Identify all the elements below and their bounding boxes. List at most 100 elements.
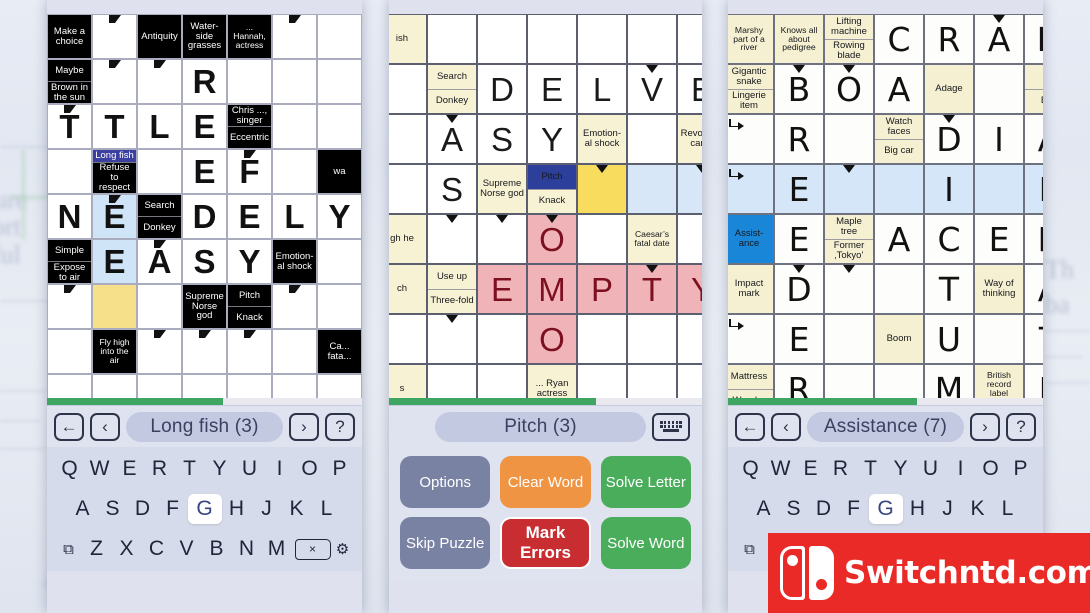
clue-cell[interactable]: Boom — [874, 314, 924, 364]
empty-cell[interactable] — [272, 149, 317, 194]
empty-cell[interactable] — [272, 284, 317, 329]
key-T[interactable]: T — [175, 457, 205, 481]
key-W[interactable]: W — [85, 457, 115, 481]
empty-cell[interactable] — [824, 114, 874, 164]
letter-cell[interactable]: L — [577, 64, 627, 114]
empty-cell[interactable] — [227, 59, 272, 104]
key-G[interactable]: G — [187, 494, 222, 524]
key-V[interactable]: V — [172, 537, 202, 561]
letter-cell[interactable]: T — [92, 104, 137, 149]
next-clue-button[interactable]: › — [289, 412, 319, 441]
letter-cell[interactable]: E — [774, 314, 824, 364]
empty-cell[interactable] — [427, 314, 477, 364]
clue-cell[interactable]: Revoke at cards — [677, 114, 702, 164]
empty-cell[interactable] — [824, 164, 874, 214]
key-P[interactable]: P — [325, 457, 355, 481]
empty-cell[interactable] — [389, 164, 427, 214]
empty-cell[interactable] — [627, 314, 677, 364]
empty-cell[interactable] — [677, 14, 702, 64]
empty-cell[interactable] — [974, 164, 1024, 214]
letter-cell[interactable]: R — [774, 114, 824, 164]
key-P[interactable]: P — [1006, 457, 1036, 481]
crossword-grid[interactable]: ishSearchDonkeyDELVEASYEmotion-al shockR… — [389, 14, 702, 405]
empty-cell[interactable] — [317, 14, 362, 59]
keyboard-row-1[interactable]: QWERTYUIOP — [732, 457, 1039, 481]
letter-cell[interactable]: C — [874, 14, 924, 64]
empty-cell[interactable] — [677, 314, 702, 364]
clue-bar[interactable]: ← ‹ Assistance (7) › ? — [728, 405, 1043, 447]
backspace-icon[interactable]: × — [292, 538, 332, 560]
clue-cell[interactable]: ... Hannah, actress — [227, 14, 272, 59]
empty-cell[interactable] — [47, 149, 92, 194]
letter-cell[interactable]: E — [182, 149, 227, 194]
key-I[interactable]: I — [946, 457, 976, 481]
grid-area[interactable]: Marshy part of a river Knows all about pe… — [728, 0, 1043, 405]
clue-cell[interactable]: Pitch Knack — [527, 164, 577, 214]
key-H[interactable]: H — [903, 497, 933, 521]
letter-cell[interactable]: M — [527, 264, 577, 314]
letter-cell[interactable]: S — [427, 164, 477, 214]
clue-cell[interactable]: Maple tree Former ‚Tokyo’ — [824, 214, 874, 264]
clue-cell[interactable]: wa — [317, 149, 362, 194]
crossword-panel-classic[interactable]: Make a choice Antiquity Water-side grasses… — [47, 0, 362, 613]
empty-cell[interactable] — [824, 264, 874, 314]
key-E[interactable]: E — [115, 457, 145, 481]
empty-cell[interactable] — [272, 59, 317, 104]
letter-cell[interactable]: E — [182, 104, 227, 149]
key-T[interactable]: T — [856, 457, 886, 481]
letter-cell[interactable]: T — [627, 264, 677, 314]
key-E[interactable]: E — [796, 457, 826, 481]
key-Z[interactable]: Z — [82, 537, 112, 561]
empty-cell[interactable] — [627, 14, 677, 64]
letter-cell[interactable]: E — [774, 164, 824, 214]
current-clue-label[interactable]: Pitch (3) — [435, 411, 646, 442]
letter-cell[interactable]: E — [1024, 164, 1043, 214]
key-F[interactable]: F — [158, 497, 188, 521]
key-Y[interactable]: Y — [886, 457, 916, 481]
empty-cell[interactable] — [47, 284, 92, 329]
clue-cell[interactable]: Use up Three-fold — [427, 264, 477, 314]
key-L[interactable]: L — [312, 497, 342, 521]
key-A[interactable]: A — [749, 497, 779, 521]
empty-cell[interactable] — [728, 164, 774, 214]
crossword-panel-hand[interactable]: Marshy part of a river Knows all about pe… — [728, 0, 1043, 613]
key-A[interactable]: A — [68, 497, 98, 521]
key-Y[interactable]: Y — [205, 457, 235, 481]
keyboard-row-3[interactable]: ⧉ZXCVBNM×⚙ — [51, 537, 358, 561]
empty-cell[interactable] — [427, 214, 477, 264]
clue-cell[interactable]: Marshy part of a river — [728, 14, 774, 64]
key-J[interactable]: J — [933, 497, 963, 521]
key-J[interactable]: J — [252, 497, 282, 521]
letter-cell[interactable]: E — [527, 64, 577, 114]
letter-cell[interactable]: N — [1024, 14, 1043, 64]
letter-cell[interactable]: D — [924, 114, 974, 164]
letter-cell[interactable]: Y — [677, 264, 702, 314]
letter-cell[interactable]: U — [924, 314, 974, 364]
letter-cell[interactable]: D — [774, 264, 824, 314]
clue-cell[interactable]: Adage — [924, 64, 974, 114]
clue-cell[interactable]: Long fish Refuse to respect — [92, 149, 137, 194]
empty-cell[interactable] — [477, 214, 527, 264]
empty-cell[interactable] — [272, 104, 317, 149]
letter-cell[interactable]: R — [924, 14, 974, 64]
mark-errors-button[interactable]: Mark Errors — [500, 517, 591, 569]
empty-cell[interactable] — [317, 104, 362, 149]
empty-cell[interactable] — [577, 214, 627, 264]
action-button-grid[interactable]: Options Clear Word Solve Letter Skip Puzzle… — [389, 447, 702, 581]
letter-cell[interactable]: E — [677, 64, 702, 114]
letter-cell[interactable]: E — [774, 214, 824, 264]
letter-cell[interactable]: Y — [227, 239, 272, 284]
key-S[interactable]: S — [98, 497, 128, 521]
letter-cell[interactable]: P — [577, 264, 627, 314]
empty-cell[interactable] — [527, 14, 577, 64]
key-B[interactable]: B — [202, 537, 232, 561]
clue-bar[interactable]: ← ‹ Long fish (3) › ? — [47, 405, 362, 447]
letter-cell[interactable]: A — [1024, 114, 1043, 164]
crossword-grid[interactable]: Marshy part of a river Knows all about pe… — [728, 14, 1043, 405]
letter-cell[interactable]: A — [137, 239, 182, 284]
key-D[interactable]: D — [128, 497, 158, 521]
empty-cell[interactable] — [92, 284, 137, 329]
clue-cell[interactable]: Supreme Norse god — [477, 164, 527, 214]
clue-cell[interactable]: Search Donkey — [137, 194, 182, 239]
key-S[interactable]: S — [779, 497, 809, 521]
